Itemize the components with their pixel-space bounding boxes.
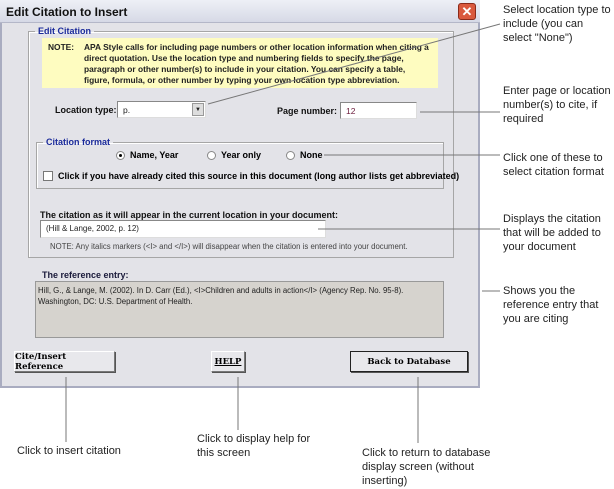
annotation-reference: Shows you the reference entry that you a… — [503, 285, 599, 325]
annotation-format: Click one of these to select citation fo… — [503, 152, 604, 178]
annotation-location: Select location type to include (you can… — [503, 4, 611, 44]
annotation-help: Click to display help for this screen — [197, 433, 311, 459]
annotation-page: Enter page or location number(s) to cite… — [503, 85, 611, 125]
arrow-location — [207, 23, 501, 105]
annotation-back: Click to return to database display scre… — [362, 447, 491, 487]
annotation-cite: Click to insert citation — [17, 445, 121, 457]
annotation-citation: Displays the citation that will be added… — [503, 213, 601, 253]
